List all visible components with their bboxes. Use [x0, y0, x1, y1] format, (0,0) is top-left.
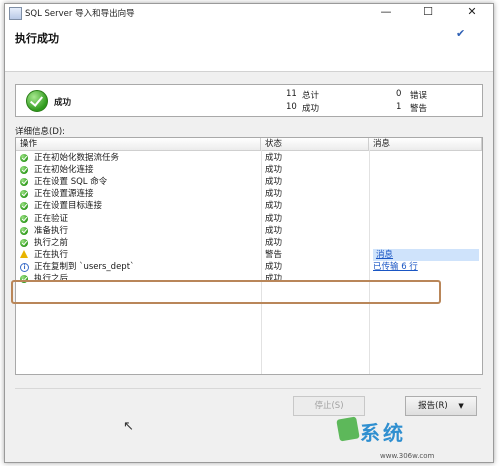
divider — [15, 388, 481, 389]
message-cell — [373, 176, 479, 188]
operation-cell: 正在设置 SQL 命令 — [34, 177, 108, 188]
details-grid[interactable]: 操作 状态 消息 正在初始化数据流任务 成功 正在初始化连接 成功 正在设置 SQL 命… — [15, 137, 483, 375]
status-cell: 成功 — [265, 237, 283, 248]
table-row[interactable]: 准备执行 成功 — [16, 225, 482, 237]
watermark-url: www.306w.com — [380, 452, 435, 460]
page-header: 执行成功 ✔ — [5, 21, 493, 72]
table-row[interactable]: 执行之前 成功 — [16, 237, 482, 249]
status-cell: 警告 — [265, 249, 283, 260]
message-cell — [373, 200, 479, 212]
minimize-button[interactable]: — — [371, 4, 401, 21]
maximize-button[interactable]: ☐ — [413, 4, 443, 21]
chevron-down-icon[interactable]: ▼ — [458, 402, 463, 410]
checkmark-icon: ✔ — [456, 27, 466, 40]
watermark-text: 系统 — [360, 421, 406, 445]
error-label: 错误 — [410, 91, 428, 101]
status-summary-panel: 成功 11 总计 10 成功 0 错误 1 警告 — [15, 84, 483, 117]
table-row[interactable]: 正在设置目标连接 成功 — [16, 200, 482, 212]
table-row[interactable]: 正在初始化数据流任务 成功 — [16, 152, 482, 164]
operation-cell: 正在验证 — [34, 213, 69, 224]
total-label: 总计 — [302, 91, 320, 101]
message-link[interactable]: 消息 — [373, 248, 479, 261]
status-cell: 成功 — [265, 201, 283, 212]
operation-cell: 正在初始化数据流任务 — [34, 153, 120, 163]
status-cell: 成功 — [265, 165, 283, 176]
status-cell: 成功 — [265, 177, 283, 188]
message-link[interactable]: 已传输 6 行 — [373, 261, 479, 273]
details-label: 详细信息(D): — [15, 127, 66, 137]
operation-cell: 正在初始化连接 — [34, 165, 94, 176]
message-cell — [373, 188, 479, 200]
status-label: 成功 — [54, 98, 72, 108]
table-row[interactable]: 正在执行 警告 消息 — [16, 248, 482, 261]
total-count: 11 — [286, 89, 297, 99]
column-header-status[interactable]: 状态 — [261, 138, 369, 150]
status-cell: 成功 — [265, 261, 283, 272]
warning-label: 警告 — [410, 104, 428, 114]
window-title: SQL Server 导入和导出向导 — [25, 9, 135, 19]
error-count: 0 — [396, 89, 402, 99]
success-icon — [20, 214, 28, 223]
success-label: 成功 — [302, 104, 320, 114]
grid-header: 操作 状态 消息 — [16, 138, 482, 151]
operation-cell: 准备执行 — [34, 225, 69, 236]
success-icon — [20, 190, 28, 199]
success-icon — [20, 202, 28, 211]
success-icon — [20, 166, 28, 175]
table-row[interactable]: 正在初始化连接 成功 — [16, 164, 482, 176]
watermark-logo-icon — [336, 416, 360, 442]
message-cell — [373, 213, 479, 225]
status-cell: 成功 — [265, 213, 283, 224]
message-cell — [373, 225, 479, 237]
table-row[interactable]: 正在设置源连接 成功 — [16, 188, 482, 200]
status-cell: 成功 — [265, 153, 283, 163]
operation-cell: 正在执行 — [34, 249, 69, 260]
success-icon — [20, 154, 28, 162]
success-icon — [20, 178, 28, 187]
message-cell — [373, 237, 479, 249]
operation-cell: 正在设置源连接 — [34, 189, 94, 200]
table-row[interactable]: i 正在复制到 `users_dept` 成功 已传输 6 行 — [16, 261, 482, 273]
operation-cell: 执行之前 — [34, 237, 69, 248]
status-cell: 成功 — [265, 189, 283, 200]
status-cell: 成功 — [265, 225, 283, 236]
close-button[interactable]: ✕ — [457, 4, 487, 21]
success-icon — [20, 238, 28, 247]
report-button-label: 报告(R) — [418, 401, 448, 411]
message-cell — [373, 164, 479, 176]
warning-icon — [20, 249, 28, 258]
success-icon — [26, 90, 48, 112]
column-header-operation[interactable]: 操作 — [16, 138, 261, 150]
stop-button[interactable]: 停止(S) — [293, 396, 365, 416]
operation-cell: 正在设置目标连接 — [34, 201, 103, 212]
highlight-box — [11, 280, 441, 304]
info-icon: i — [20, 262, 29, 272]
wizard-window: SQL Server 导入和导出向导 — ☐ ✕ 执行成功 ✔ 成功 11 总计… — [4, 3, 494, 463]
warning-count: 1 — [396, 102, 402, 112]
page-title: 执行成功 — [15, 32, 59, 45]
table-row[interactable]: 正在验证 成功 — [16, 213, 482, 225]
column-header-message[interactable]: 消息 — [369, 138, 482, 150]
title-bar: SQL Server 导入和导出向导 — ☐ ✕ — [5, 4, 493, 21]
success-icon — [20, 226, 28, 235]
success-count: 10 — [286, 102, 297, 112]
report-button[interactable]: 报告(R) ▼ — [405, 396, 477, 416]
operation-cell: 正在复制到 `users_dept` — [34, 261, 135, 272]
table-row[interactable]: 正在设置 SQL 命令 成功 — [16, 176, 482, 188]
message-cell — [373, 152, 479, 164]
mouse-cursor-icon: ↖ — [123, 419, 134, 434]
app-icon — [9, 7, 22, 20]
